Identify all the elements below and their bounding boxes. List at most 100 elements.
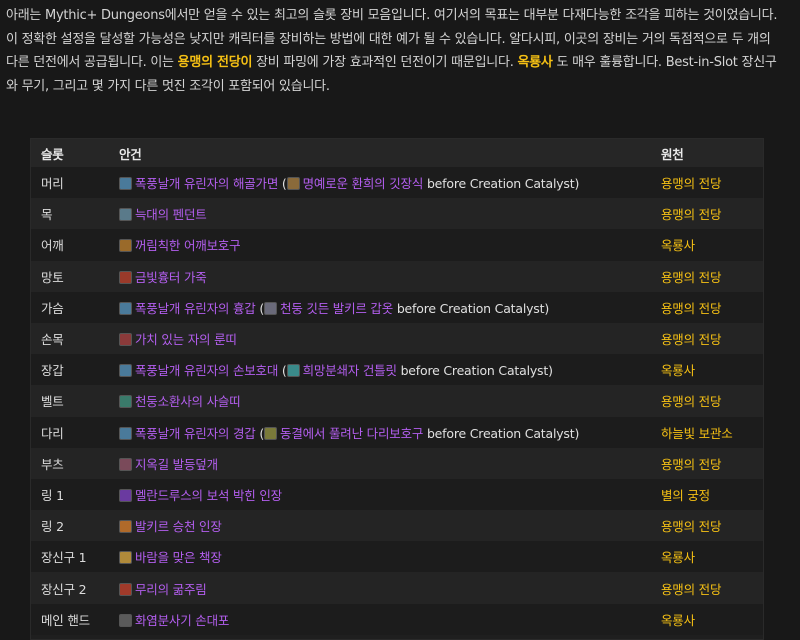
item-link[interactable]: 바람을 맞은 책장: [135, 550, 222, 565]
source-cell: 용맹의 전당: [651, 510, 763, 542]
item-cell: 멜란드루스의 보석 박힌 인장: [109, 478, 651, 511]
pendant-icon: [119, 208, 132, 222]
item-cell: 꺼림칙한 어깨보호구: [109, 229, 651, 261]
alt-note: before Creation Catalyst): [396, 363, 553, 379]
source-cell: 하늘빛 보관소: [651, 416, 763, 448]
table-row: 망토 금빛흉터 가죽 용맹의 전당: [31, 260, 763, 292]
source-cell: 용맹의 전당: [651, 260, 763, 292]
slot-cell: 목: [31, 198, 109, 230]
item-link[interactable]: 지옥길 발등덮개: [135, 457, 218, 472]
slot-cell: 손목: [31, 322, 109, 355]
source-cell: 옥룡사: [651, 603, 763, 635]
source-cell: 용맹의 전당: [651, 385, 763, 417]
slot-cell: 장갑: [31, 354, 109, 386]
table-header-row: 슬롯 안건 원천: [31, 139, 763, 167]
alt-note: before Creation Catalyst): [393, 300, 549, 316]
item-link[interactable]: 무리의 굶주림: [135, 582, 207, 597]
header-slot: 슬롯: [31, 139, 109, 167]
trinket-icon: [119, 582, 132, 596]
table-row: 장신구 2 무리의 굶주림 용맹의 전당: [31, 572, 763, 604]
bracer-icon: [119, 333, 132, 347]
slot-cell: 장신구 2: [31, 572, 109, 604]
item-cell: 발키르 승천 인장: [109, 510, 651, 542]
alt-note: before Creation Catalyst): [423, 176, 580, 192]
source-cell: 옥룡사: [651, 229, 763, 261]
boots-icon: [119, 457, 132, 471]
table-row: 어깨 꺼림칙한 어깨보호구 옥룡사: [31, 229, 763, 261]
table-row: 손목 가치 있는 자의 룬띠 용맹의 전당: [31, 322, 763, 355]
ring-icon: [119, 488, 132, 502]
weapon-icon: [119, 613, 132, 627]
item-cell: 폭풍날개 유린자의 손보호대 ( 희망분쇄자 건틀릿 before Creatio…: [109, 354, 651, 386]
item-link[interactable]: 화염분사기 손대포: [135, 613, 229, 628]
source-cell: 별의 궁정: [651, 478, 763, 511]
table-row: 장신구 1 바람을 맞은 책장 옥룡사: [31, 541, 763, 573]
source-cell: 옥룡사: [651, 354, 763, 386]
alt-item-link[interactable]: 희망분쇄자 건틀릿: [303, 363, 397, 378]
item-link[interactable]: 폭풍날개 유린자의 해골가면: [135, 176, 278, 191]
item-link[interactable]: 꺼림칙한 어깨보호구: [135, 238, 241, 253]
ring-icon: [119, 520, 132, 534]
source-cell: 용맹의 전당: [651, 167, 763, 199]
table-row: 머리 폭풍날개 유린자의 해골가면 (명예로운 환희의 깃장식 before Cr…: [31, 167, 763, 199]
alt-paren-open: (: [255, 425, 265, 441]
trinket-icon: [119, 551, 132, 565]
item-cell: 화염분사기 손대포: [109, 603, 651, 635]
table-row: 링 1 멜란드루스의 보석 박힌 인장 별의 궁정: [31, 478, 763, 511]
intro-highlight-jade-temple: 옥룡사: [517, 55, 553, 70]
source-cell: 용맹의 전당: [651, 291, 763, 323]
item-cell: 무리의 굶주림: [109, 572, 651, 604]
slot-cell: 메인 핸드: [31, 603, 109, 635]
item-link[interactable]: 가치 있는 자의 룬띠: [135, 332, 237, 347]
table-row: 메인 핸드 화염분사기 손대포 옥룡사: [31, 603, 763, 635]
item-cell: 지옥길 발등덮개: [109, 447, 651, 479]
alt-paren-open: (: [255, 300, 265, 316]
slot-cell: 벨트: [31, 385, 109, 417]
alt-item-link[interactable]: 명예로운 환희의 깃장식: [303, 176, 424, 191]
item-link[interactable]: 늑대의 펜던트: [135, 207, 207, 222]
item-cell: 가치 있는 자의 룬띠: [109, 322, 651, 355]
slot-cell: 다리: [31, 416, 109, 448]
alt-paren-open: (: [278, 176, 287, 192]
feather-icon: [286, 177, 300, 191]
item-link[interactable]: 폭풍날개 유린자의 경갑: [135, 426, 256, 441]
table-row: 부츠 지옥길 발등덮개 용맹의 전당: [31, 447, 763, 479]
source-cell: 용맹의 전당: [651, 198, 763, 230]
item-cell: 바람을 맞은 책장: [109, 541, 651, 573]
gauntlet-icon: [286, 364, 300, 378]
slot-cell: 장신구 1: [31, 541, 109, 573]
table-row: 장갑 폭풍날개 유린자의 손보호대 ( 희망분쇄자 건틀릿 before Creat…: [31, 354, 763, 386]
slot-cell: 링 2: [31, 510, 109, 542]
helm-icon: [119, 177, 132, 191]
intro-text-middle: 장비 파밍에 가장 효과적인 던전이기 때문입니다.: [252, 55, 518, 70]
slot-cell: 부츠: [31, 447, 109, 479]
table-row: 벨트 천둥소환사의 사슬띠 용맹의 전당: [31, 385, 763, 417]
alt-item-link[interactable]: 동결에서 풀려난 다리보호구: [280, 426, 423, 441]
legs-icon: [119, 426, 132, 440]
table-body: 머리 폭풍날개 유린자의 해골가면 (명예로운 환희의 깃장식 before Cr…: [31, 167, 763, 635]
source-cell: 옥룡사: [651, 541, 763, 573]
item-cell: 폭풍날개 유린자의 해골가면 ( 명예로운 환희의 깃장식 before Crea…: [109, 167, 651, 199]
alt-paren-open: (: [278, 363, 287, 379]
item-link[interactable]: 발키르 승천 인장: [135, 519, 222, 534]
slot-cell: 망토: [31, 260, 109, 292]
item-link[interactable]: 멜란드루스의 보석 박힌 인장: [135, 488, 282, 503]
alt-item-link[interactable]: 천둥 깃든 발키르 갑옷: [280, 301, 393, 316]
table-row: 목 늑대의 펜던트 용맹의 전당: [31, 198, 763, 230]
gloves-icon: [119, 364, 132, 378]
header-item: 안건: [109, 139, 651, 167]
table-row: 가슴 폭풍날개 유린자의 흉갑 ( 천둥 깃든 발키르 갑옷 before Crea…: [31, 291, 763, 323]
source-cell: 용맹의 전당: [651, 572, 763, 604]
gear-table: 슬롯 안건 원천 머리 폭풍날개 유린자의 해골가면 (명예로운 환희의 깃장식 …: [31, 139, 763, 635]
gear-table-container: 슬롯 안건 원천 머리 폭풍날개 유린자의 해골가면 (명예로운 환희의 깃장식 …: [30, 138, 764, 640]
slot-cell: 가슴: [31, 291, 109, 323]
item-link[interactable]: 폭풍날개 유린자의 흉갑: [135, 301, 256, 316]
item-cell: 폭풍날개 유린자의 경갑 (동결에서 풀려난 다리보호구 before Crea…: [109, 416, 651, 448]
intro-highlight-halls-of-valor: 용맹의 전당이: [177, 55, 253, 70]
armor-icon: [264, 301, 278, 315]
intro-paragraph: 아래는 Mythic+ Dungeons에서만 얻을 수 있는 최고의 슬롯 장…: [6, 4, 786, 98]
item-link[interactable]: 금빛흉터 가죽: [135, 270, 207, 285]
belt-icon: [119, 395, 132, 409]
item-link[interactable]: 폭풍날개 유린자의 손보호대: [135, 363, 278, 378]
item-link[interactable]: 천둥소환사의 사슬띠: [135, 394, 241, 409]
